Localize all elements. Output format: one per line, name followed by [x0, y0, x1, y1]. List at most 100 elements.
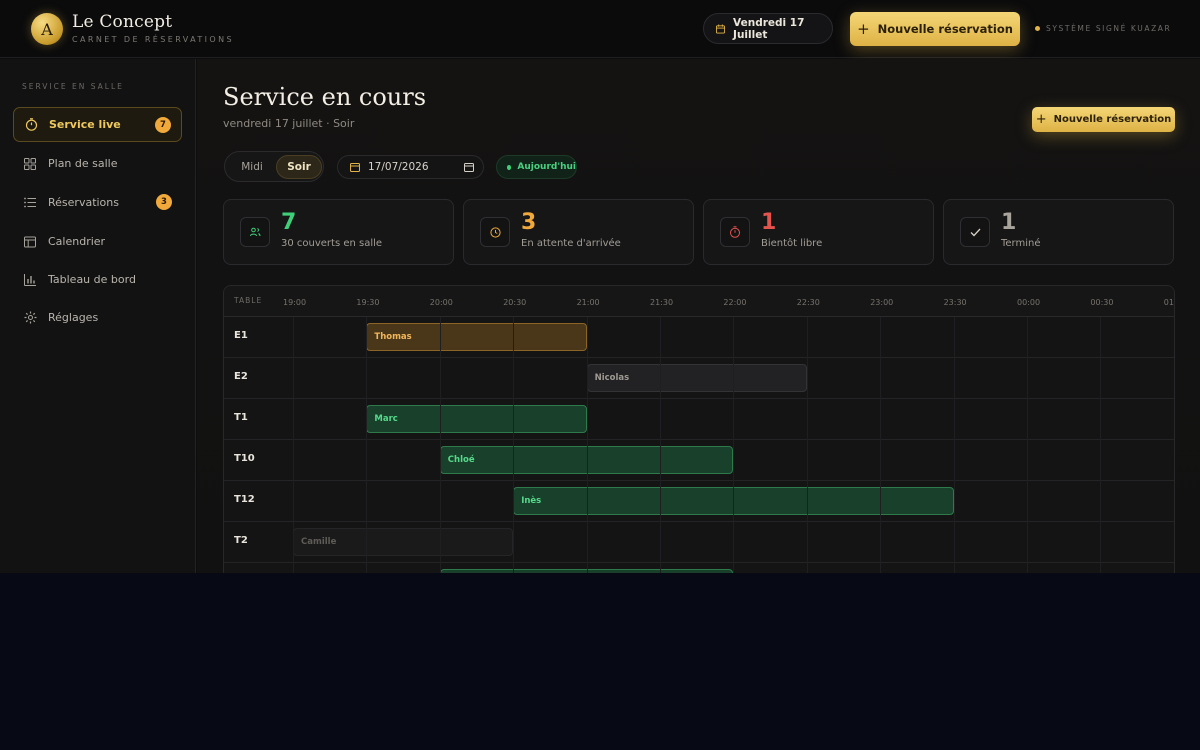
system-signature: SYSTÈME SIGNÉ KUAZAR — [1035, 24, 1171, 33]
reservation-block[interactable]: Marc — [366, 405, 587, 433]
time-tick-label: 20:00 — [429, 298, 453, 307]
today-button[interactable]: Aujourd'hui — [496, 155, 577, 179]
calendar-table-icon — [23, 235, 37, 249]
clock-icon — [480, 217, 510, 247]
sidebar-item-label: Service live — [49, 118, 121, 131]
time-tick-label: 22:30 — [796, 298, 820, 307]
users-icon — [240, 217, 270, 247]
reservation-block[interactable]: Camille — [293, 528, 514, 556]
grid-line — [660, 317, 661, 573]
stopwatch-icon — [24, 118, 38, 132]
service-toggle: Midi Soir — [224, 151, 324, 182]
timer-icon — [720, 217, 750, 247]
time-tick-label: 21:00 — [576, 298, 600, 307]
reservation-block[interactable]: Thomas — [366, 323, 587, 351]
grid-line — [439, 317, 441, 573]
grid-line — [880, 317, 882, 573]
time-tick-label: 19:30 — [356, 298, 380, 307]
time-tick-label: 00:00 — [1017, 298, 1041, 307]
status-dot-icon — [1035, 26, 1040, 31]
grid-line — [733, 317, 735, 573]
logo-icon: A — [31, 13, 63, 45]
gear-icon — [23, 311, 37, 325]
current-date-label: Vendredi 17 Juillet — [733, 16, 805, 41]
grid-line — [293, 317, 294, 573]
count-badge: 7 — [155, 117, 171, 133]
grid-line — [806, 317, 808, 573]
sidebar-item-plan-de-salle[interactable]: Plan de salle — [13, 146, 182, 181]
sidebar-item-label: Réglages — [48, 311, 99, 324]
table-name: T12 — [234, 494, 255, 505]
reservation-timeline: TABLE 19:00 19:30 20:00 20:30 21:00 21:30 22:0… — [223, 285, 1175, 573]
logo-letter: A — [41, 19, 53, 39]
sidebar-item-label: Calendrier — [48, 235, 106, 248]
new-reservation-label: Nouvelle réservation — [1053, 114, 1172, 125]
brand-subtitle: CARNET DE RÉSERVATIONS — [72, 35, 234, 44]
sidebar: SERVICE EN SALLE Service live 7 Plan de … — [0, 59, 196, 573]
page-subtitle: vendredi 17 juillet · Soir — [223, 117, 355, 130]
plus-icon: + — [857, 20, 870, 38]
plus-icon: + — [1035, 112, 1047, 127]
table-column-header: TABLE — [234, 296, 263, 305]
top-bar: A Le Concept CARNET DE RÉSERVATIONS Vend… — [0, 0, 1200, 58]
current-date-pill[interactable]: Vendredi 17 Juillet — [703, 13, 833, 44]
bar-chart-icon — [23, 273, 37, 287]
stat-value: 7 — [281, 210, 297, 235]
stat-label: En attente d'arrivée — [521, 238, 621, 249]
grid-line — [586, 317, 588, 573]
sidebar-item-tableau-de-bord[interactable]: Tableau de bord — [13, 262, 182, 297]
sidebar-item-reservations[interactable]: Réservations 3 — [13, 185, 182, 220]
list-icon — [23, 196, 37, 210]
date-picker-icon[interactable] — [464, 162, 474, 172]
table-name: E2 — [234, 371, 248, 382]
count-badge: 3 — [156, 194, 172, 210]
time-tick-label: 22:00 — [723, 298, 747, 307]
stat-card-soon-free: 1 Bientôt libre — [703, 199, 934, 265]
grid-line — [953, 317, 955, 573]
calendar-icon — [716, 23, 726, 34]
time-tick-label: 21:30 — [650, 298, 674, 307]
table-name: T1 — [234, 412, 248, 423]
grid-line — [1100, 317, 1102, 573]
stat-card-in-room: 7 30 couverts en salle — [223, 199, 454, 265]
reservation-block[interactable]: Nicolas — [586, 364, 807, 392]
time-tick-label: 19:00 — [283, 298, 307, 307]
sidebar-item-reglages[interactable]: Réglages — [13, 300, 182, 335]
date-picker-input[interactable]: 17/07/2026 — [337, 155, 484, 179]
grid-line — [366, 317, 368, 573]
sidebar-item-calendrier[interactable]: Calendrier — [13, 224, 182, 259]
check-icon — [960, 217, 990, 247]
time-tick-label: 23:00 — [870, 298, 894, 307]
table-name: T10 — [234, 453, 255, 464]
table-name: T2 — [234, 535, 248, 546]
new-reservation-button[interactable]: + Nouvelle réservation — [850, 12, 1020, 46]
page-title: Service en cours — [223, 83, 427, 111]
sidebar-item-label: Plan de salle — [48, 157, 118, 170]
main-content: Service en cours vendredi 17 juillet · S… — [197, 59, 1200, 573]
stat-label: Terminé — [1001, 238, 1041, 249]
stat-value: 1 — [1001, 210, 1017, 235]
toggle-option-soir[interactable]: Soir — [276, 155, 322, 179]
brand-name: Le Concept — [72, 12, 173, 32]
stat-label: Bientôt libre — [761, 238, 823, 249]
time-tick-label: 20:30 — [503, 298, 527, 307]
stat-card-done: 1 Terminé — [943, 199, 1174, 265]
toggle-option-midi[interactable]: Midi — [229, 155, 275, 179]
new-reservation-button-main[interactable]: + Nouvelle réservation — [1032, 107, 1175, 132]
stat-card-awaiting: 3 En attente d'arrivée — [463, 199, 694, 265]
layout-grid-icon — [23, 157, 37, 171]
timeline-header: TABLE 19:00 19:30 20:00 20:30 21:00 21:30 22:0… — [224, 286, 1174, 317]
sidebar-item-service-live[interactable]: Service live 7 — [13, 107, 182, 142]
app-window: A Le Concept CARNET DE RÉSERVATIONS Vend… — [0, 0, 1200, 573]
sidebar-item-label: Réservations — [48, 196, 119, 209]
sidebar-item-label: Tableau de bord — [48, 273, 136, 286]
time-tick-label: 00:30 — [1090, 298, 1114, 307]
calendar-icon — [350, 163, 360, 172]
grid-line — [1027, 317, 1028, 573]
time-tick-label: 01:00 — [1163, 298, 1174, 307]
time-tick-label: 23:30 — [943, 298, 967, 307]
empty-background — [0, 573, 1200, 750]
today-label: Aujourd'hui — [517, 162, 576, 172]
new-reservation-label: Nouvelle réservation — [877, 22, 1013, 36]
sidebar-section-title: SERVICE EN SALLE — [22, 82, 124, 91]
